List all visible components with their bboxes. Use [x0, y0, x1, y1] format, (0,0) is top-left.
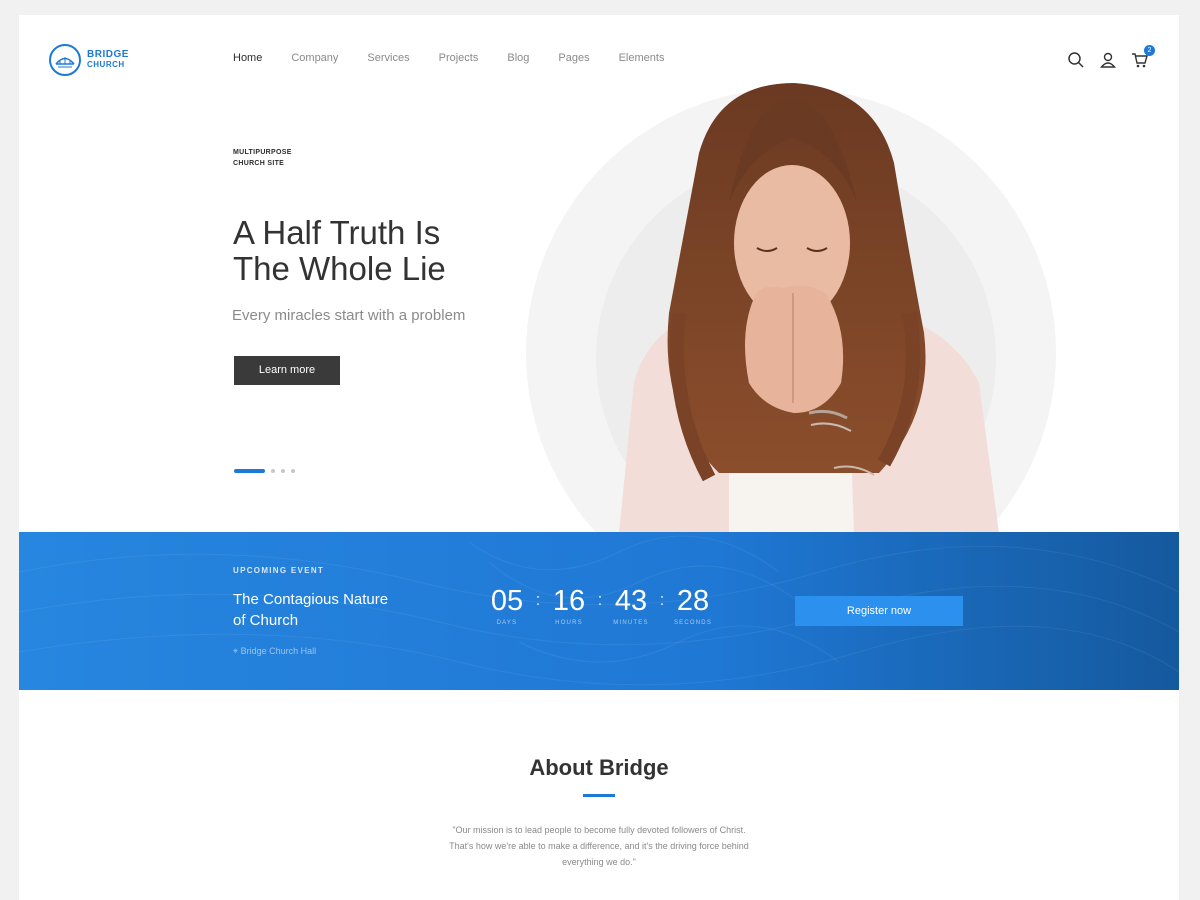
- countdown-separator: :: [597, 590, 603, 609]
- about-text-line3: everything we do.": [562, 857, 636, 867]
- location-pin-icon: ⌖: [233, 646, 239, 656]
- countdown-hours-value: 16: [552, 585, 586, 617]
- page-frame: BRIDGE CHURCH Home Company Services Proj…: [19, 15, 1179, 900]
- user-icon[interactable]: [1099, 51, 1117, 69]
- countdown-minutes-label: MINUTES: [613, 620, 649, 626]
- nav-services[interactable]: Services: [367, 52, 409, 64]
- search-icon[interactable]: [1067, 51, 1085, 69]
- event-location-text: Bridge Church Hall: [240, 646, 317, 656]
- about-title-underline: [583, 794, 615, 797]
- countdown-seconds: 28 SECONDS: [671, 585, 715, 626]
- about-text-line2: That's how we're able to make a differen…: [449, 841, 749, 851]
- event-title[interactable]: The Contagious Nature of Church: [233, 589, 388, 631]
- countdown-seconds-label: SECONDS: [673, 620, 713, 626]
- nav-company[interactable]: Company: [291, 52, 338, 64]
- countdown-minutes: 43 MINUTES: [609, 585, 653, 626]
- about-text: "Our mission is to lead people to become…: [399, 822, 799, 870]
- cart-count-badge: 2: [1144, 45, 1155, 56]
- event-label: UPCOMING EVENT: [233, 566, 325, 575]
- logo[interactable]: BRIDGE CHURCH: [49, 44, 129, 76]
- countdown-seconds-value: 28: [676, 585, 710, 617]
- event-title-line2: of Church: [233, 612, 299, 629]
- countdown-days-value: 05: [490, 585, 524, 617]
- nav-pages[interactable]: Pages: [558, 52, 589, 64]
- upcoming-event-band: UPCOMING EVENT The Contagious Nature of …: [19, 532, 1179, 690]
- countdown-minutes-value: 43: [614, 585, 648, 617]
- main-nav: Home Company Services Projects Blog Page…: [233, 52, 693, 64]
- nav-home[interactable]: Home: [233, 52, 262, 64]
- nav-blog[interactable]: Blog: [507, 52, 529, 64]
- hero-title: A Half Truth Is The Whole Lie: [233, 215, 446, 287]
- nav-elements[interactable]: Elements: [619, 52, 665, 64]
- slider-dot-2[interactable]: [271, 469, 275, 473]
- hero-eyebrow-line2: CHURCH SITE: [233, 160, 285, 167]
- slider-dots: [234, 469, 301, 473]
- hero-title-line2: The Whole Lie: [233, 250, 446, 287]
- event-location: ⌖ Bridge Church Hall: [233, 646, 316, 657]
- register-now-button[interactable]: Register now: [795, 596, 963, 626]
- countdown-hours-label: HOURS: [555, 620, 583, 626]
- event-title-line1: The Contagious Nature: [233, 591, 389, 608]
- bridge-icon: [49, 44, 81, 76]
- countdown-days: 05 DAYS: [485, 585, 529, 626]
- about-title: About Bridge: [529, 755, 669, 780]
- countdown: 05 DAYS : 16 HOURS : 43 MINUTES : 28 SEC…: [485, 585, 715, 626]
- logo-text-line2: CHURCH: [87, 60, 125, 69]
- countdown-separator: :: [535, 590, 541, 609]
- slider-dot-1[interactable]: [234, 469, 265, 473]
- logo-text-line1: BRIDGE: [87, 49, 129, 60]
- slider-dot-4[interactable]: [291, 469, 295, 473]
- countdown-separator: :: [659, 590, 665, 609]
- hero-title-line1: A Half Truth Is: [233, 214, 441, 251]
- hero-woman-image: [619, 83, 999, 533]
- hero-eyebrow-line1: MULTIPURPOSE: [233, 149, 292, 156]
- hero-subtitle: Every miracles start with a problem: [232, 307, 466, 324]
- slider-dot-3[interactable]: [281, 469, 285, 473]
- hero-eyebrow: MULTIPURPOSE CHURCH SITE: [233, 147, 292, 169]
- countdown-days-label: DAYS: [496, 620, 518, 626]
- cart-icon[interactable]: 2: [1131, 45, 1155, 69]
- about-text-line1: "Our mission is to lead people to become…: [452, 825, 746, 835]
- countdown-hours: 16 HOURS: [547, 585, 591, 626]
- nav-projects[interactable]: Projects: [439, 52, 479, 64]
- header-icons: 2: [1053, 45, 1155, 69]
- learn-more-button[interactable]: Learn more: [234, 356, 340, 385]
